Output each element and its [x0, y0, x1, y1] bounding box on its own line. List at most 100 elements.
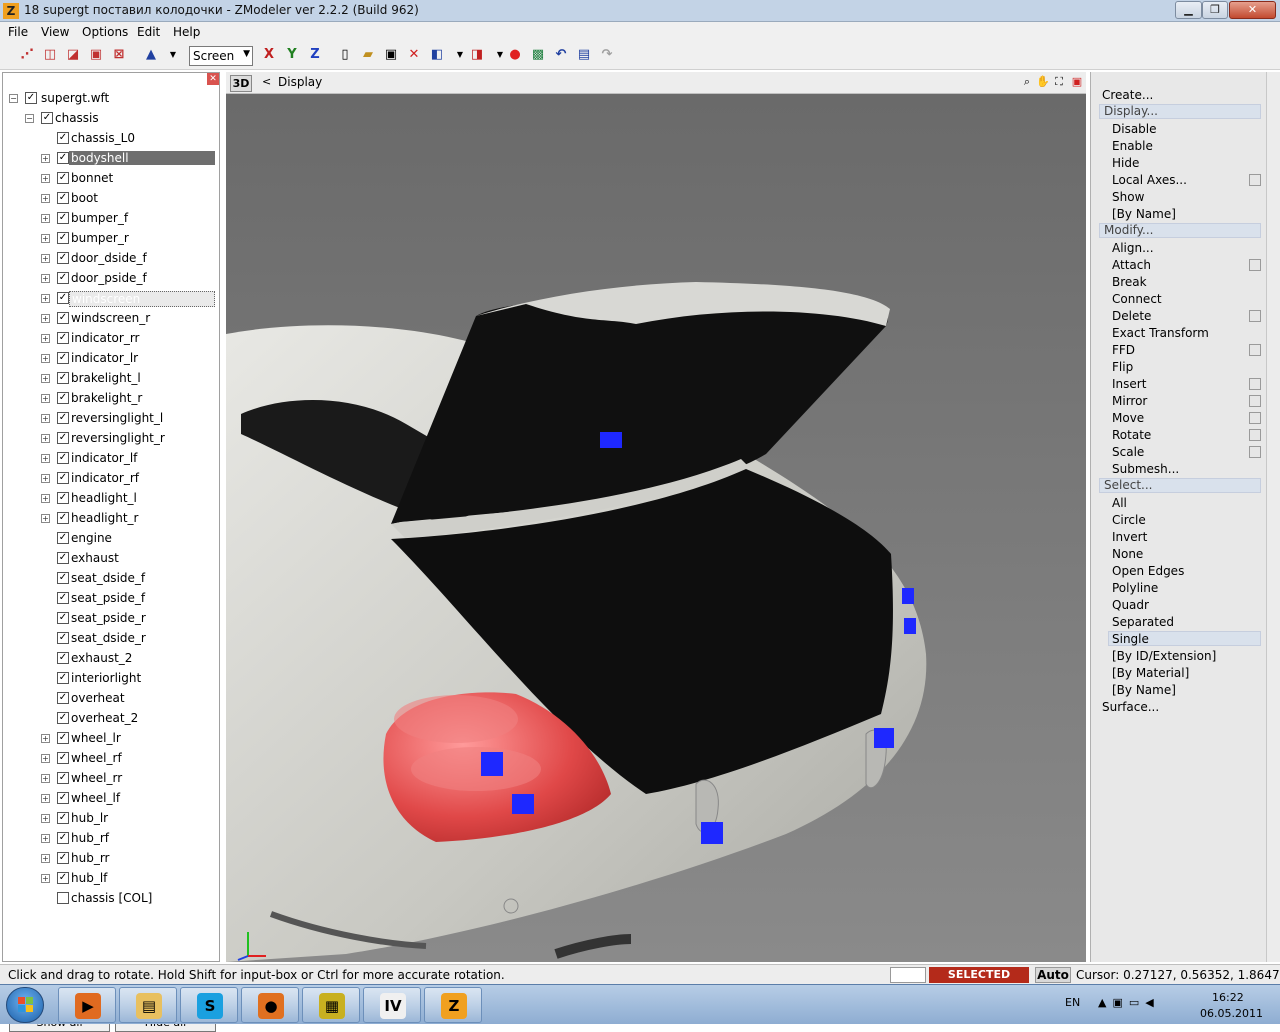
tree-item[interactable]: + ✓ bonnet — [39, 169, 217, 189]
import-icon[interactable]: ◧ — [428, 46, 446, 64]
tree-item[interactable]: ✓ seat_pside_f — [39, 589, 217, 609]
open-file-icon[interactable]: ▰ — [359, 46, 377, 64]
expand-icon[interactable]: + — [41, 314, 50, 323]
tree-checkbox[interactable]: ✓ — [57, 332, 69, 344]
viewport-mode-button[interactable]: 3D — [230, 75, 252, 92]
command-modify-item[interactable]: Move — [1112, 411, 1144, 425]
viewport-canvas[interactable] — [226, 94, 1086, 962]
tree-checkbox[interactable]: ✓ — [57, 192, 69, 204]
command-group-select[interactable]: Select... — [1099, 478, 1261, 493]
tree-checkbox[interactable]: ✓ — [57, 632, 69, 644]
viewport-nav-back[interactable]: < — [262, 75, 271, 88]
command-modify-item[interactable]: Insert — [1112, 377, 1146, 391]
expand-icon[interactable]: + — [41, 154, 50, 163]
command-select-item[interactable]: [By ID/Extension] — [1112, 649, 1216, 663]
expand-icon[interactable]: + — [41, 434, 50, 443]
taskbar-app-button[interactable]: S — [180, 987, 238, 1023]
expand-icon[interactable]: + — [41, 374, 50, 383]
tree-checkbox[interactable]: ✓ — [57, 232, 69, 244]
command-modify-item[interactable]: Submesh... — [1112, 462, 1179, 476]
collapse-icon[interactable]: − — [9, 94, 18, 103]
network-icon[interactable]: ▣ — [1112, 996, 1128, 1009]
minimize-button[interactable]: ▁ — [1175, 1, 1202, 19]
tree-checkbox[interactable]: ✓ — [57, 212, 69, 224]
redo-icon[interactable]: ↷ — [598, 46, 616, 64]
expand-icon[interactable]: + — [41, 334, 50, 343]
taskbar-app-button[interactable]: ▶ — [58, 987, 116, 1023]
tree-checkbox[interactable]: ✓ — [57, 512, 69, 524]
vertical-scrollbar[interactable] — [1266, 72, 1280, 962]
tree-checkbox[interactable]: ✓ — [57, 732, 69, 744]
notes-icon[interactable]: ▤ — [575, 46, 593, 64]
command-display-item[interactable]: Show — [1112, 190, 1144, 204]
tree-item[interactable]: + ✓ wheel_rf — [39, 749, 217, 769]
tree-checkbox[interactable]: ✓ — [57, 172, 69, 184]
taskbar-app-button[interactable]: Z — [424, 987, 482, 1023]
show-hidden-icons-icon[interactable]: ▲ — [1098, 996, 1112, 1009]
command-modify-item[interactable]: Break — [1112, 275, 1147, 289]
menu-options[interactable]: Options — [82, 25, 128, 39]
tree-item[interactable]: ✓ engine — [39, 529, 217, 549]
expand-icon[interactable]: + — [41, 774, 50, 783]
tree-item[interactable]: + ✓ indicator_rr — [39, 329, 217, 349]
start-button[interactable] — [6, 987, 44, 1023]
tree-item[interactable]: ✓ overheat_2 — [39, 709, 217, 729]
expand-icon[interactable]: + — [41, 734, 50, 743]
command-modify-item[interactable]: Attach — [1112, 258, 1151, 272]
sensor-pivot-handle[interactable] — [874, 728, 894, 748]
command-modify-item[interactable]: Delete — [1112, 309, 1151, 323]
expand-icon[interactable]: + — [41, 294, 50, 303]
tree-item[interactable]: ✓ exhaust_2 — [39, 649, 217, 669]
command-option-checkbox[interactable] — [1249, 259, 1261, 271]
command-surface[interactable]: Surface... — [1102, 700, 1159, 714]
tree-item[interactable]: ✓ exhaust — [39, 549, 217, 569]
tree-checkbox[interactable]: ✓ — [57, 492, 69, 504]
menu-help[interactable]: Help — [173, 25, 200, 39]
tree-checkbox[interactable]: ✓ — [57, 352, 69, 364]
tree-item[interactable]: + ✓ hub_rr — [39, 849, 217, 869]
command-display-item[interactable]: Enable — [1112, 139, 1153, 153]
tree-item[interactable]: + ✓ headlight_l — [39, 489, 217, 509]
tree-item[interactable]: + ✓ wheel_rr — [39, 769, 217, 789]
undo-icon[interactable]: ↶ — [552, 46, 570, 64]
save-icon[interactable]: ▣ — [382, 46, 400, 64]
menu-edit[interactable]: Edit — [137, 25, 160, 39]
indicator-pivot-handle-upper[interactable] — [902, 588, 914, 604]
taskbar-app-button[interactable]: ▤ — [119, 987, 177, 1023]
command-option-checkbox[interactable] — [1249, 429, 1261, 441]
tree-item[interactable]: + ✓ bumper_f — [39, 209, 217, 229]
record-icon[interactable]: ● — [506, 46, 524, 64]
tree-checkbox[interactable]: ✓ — [57, 552, 69, 564]
expand-icon[interactable]: + — [41, 854, 50, 863]
tree-checkbox[interactable] — [57, 892, 69, 904]
menu-file[interactable]: File — [8, 25, 28, 39]
zoom-icon[interactable]: ⌕ — [1020, 75, 1034, 89]
tree-item[interactable]: + ✓ bumper_r — [39, 229, 217, 249]
command-option-checkbox[interactable] — [1249, 412, 1261, 424]
auto-button[interactable]: Auto — [1035, 967, 1071, 983]
tree-checkbox[interactable]: ✓ — [57, 312, 69, 324]
clock-time[interactable]: 16:22 — [1212, 991, 1244, 1004]
tree-item[interactable]: + ✓ hub_rf — [39, 829, 217, 849]
tree-item[interactable]: + ✓ door_dside_f — [39, 249, 217, 269]
tree-checkbox[interactable]: ✓ — [57, 772, 69, 784]
pointer-icon[interactable]: ▲ — [142, 46, 160, 64]
tree-item[interactable]: + ✓ headlight_r — [39, 509, 217, 529]
tree-item[interactable]: + ✓ brakelight_r — [39, 389, 217, 409]
axis-z-toggle[interactable]: Z — [306, 46, 324, 64]
tree-checkbox[interactable]: ✓ — [57, 592, 69, 604]
expand-icon[interactable]: + — [41, 494, 50, 503]
expand-icon[interactable]: + — [41, 194, 50, 203]
expand-icon[interactable]: + — [41, 474, 50, 483]
group-mode-icon[interactable]: ▣ — [87, 46, 105, 64]
tree-item[interactable]: + ✓ brakelight_l — [39, 369, 217, 389]
volume-icon[interactable]: ◀ — [1145, 996, 1159, 1009]
tree-item[interactable]: + ✓ wheel_lr — [39, 729, 217, 749]
command-option-checkbox[interactable] — [1249, 446, 1261, 458]
command-modify-item[interactable]: Scale — [1112, 445, 1144, 459]
command-display-item[interactable]: [By Name] — [1112, 207, 1176, 221]
taillight-pivot-handle[interactable] — [512, 794, 534, 814]
clock-date[interactable]: 06.05.2011 — [1200, 1007, 1263, 1020]
command-create[interactable]: Create... — [1102, 88, 1153, 102]
command-select-item[interactable]: [By Material] — [1112, 666, 1189, 680]
